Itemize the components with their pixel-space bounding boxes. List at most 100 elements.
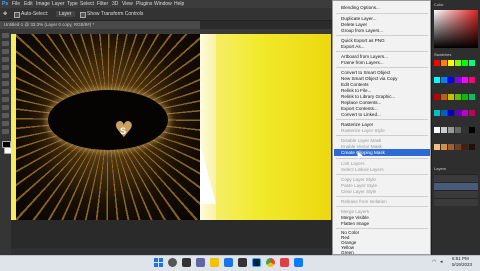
volume-icon[interactable]: ◂ [440, 259, 443, 265]
menu-plugins[interactable]: Plugins [136, 1, 152, 7]
task-view-icon[interactable] [182, 258, 191, 267]
menu-item-blending-options[interactable]: Blending Options... [341, 5, 380, 10]
media-icon[interactable] [280, 258, 289, 267]
menu-item-convert-smart-object[interactable]: Convert to Smart Object [341, 70, 390, 75]
auto-select-dropdown[interactable]: Layer [56, 11, 75, 17]
menu-item-disable-layer-mask: Disable Layer Mask [341, 138, 382, 143]
hand-tool-icon[interactable] [2, 121, 9, 126]
menu-item-merge-layers: Merge Layers [341, 209, 370, 214]
menu-3d[interactable]: 3D [112, 1, 118, 7]
show-transform-label: Show Transform Controls [87, 11, 144, 17]
white-wedge [200, 144, 216, 204]
windows-start-icon[interactable] [154, 258, 163, 267]
taskbar-clock[interactable]: 6:51 PM 5/19/2023 [452, 256, 472, 268]
layer-row[interactable] [434, 182, 478, 190]
shape-tool-icon[interactable] [2, 113, 9, 118]
layer-context-menu: Blending Options... Duplicate Layer... D… [332, 0, 431, 255]
menu-item-group-from-layers[interactable]: Group from Layers... [341, 28, 383, 33]
menu-view[interactable]: View [122, 1, 133, 7]
gradient-tool-icon[interactable] [2, 89, 9, 94]
menu-separator [336, 158, 428, 159]
menu-item-duplicate-layer[interactable]: Duplicate Layer... [341, 16, 377, 21]
layer-row[interactable] [434, 190, 478, 198]
move-tool-icon[interactable] [2, 33, 9, 38]
browser-icon[interactable] [224, 258, 233, 267]
heart-letter: S [120, 126, 127, 136]
brush-tool-icon[interactable] [2, 73, 9, 78]
menu-separator [336, 67, 428, 68]
canvas-yellow-layer[interactable] [200, 34, 331, 220]
store-icon[interactable] [238, 258, 247, 267]
menu-window[interactable]: Window [154, 1, 172, 7]
menu-item-export-as[interactable]: Export As... [341, 44, 365, 49]
dark-ellipse-graphic [48, 90, 168, 150]
menu-item-convert-linked[interactable]: Convert to Linked... [341, 112, 381, 117]
menu-separator [336, 196, 428, 197]
zoom-tool-icon[interactable] [2, 129, 9, 134]
menu-item-frame-from-layers[interactable]: Frame from Layers... [341, 60, 384, 65]
layer-row[interactable] [434, 174, 478, 182]
menu-item-relink-library[interactable]: Relink to Library Graphic... [341, 94, 395, 99]
menu-item-link-layers: Link Layers [341, 161, 365, 166]
tab-color[interactable]: Color [434, 2, 444, 7]
menu-item-flatten-image[interactable]: Flatten Image [341, 221, 369, 226]
tab-swatches[interactable]: Swatches [434, 52, 451, 57]
photoshop-icon[interactable] [252, 258, 261, 267]
menu-select[interactable]: Select [80, 1, 94, 7]
document-tab-title: Untitled-1 @ 33.3% (Layer 0 copy, RGB/8#… [4, 22, 95, 27]
photoshop-logo-icon: Ps [2, 1, 9, 7]
menu-item-rasterize-layer[interactable]: Rasterize Layer [341, 122, 373, 127]
menu-type[interactable]: Type [67, 1, 78, 7]
menu-separator [336, 35, 428, 36]
menu-item-release-isolation: Release from Isolation [341, 199, 387, 204]
menu-file[interactable]: File [12, 1, 20, 7]
eraser-tool-icon[interactable] [2, 81, 9, 86]
menu-item-replace-contents[interactable]: Replace Contents... [341, 100, 381, 105]
menu-item-edit-contents[interactable]: Edit Contents [341, 82, 369, 87]
marquee-tool-icon[interactable] [2, 41, 9, 46]
menu-filter[interactable]: Filter [97, 1, 108, 7]
chat-icon[interactable] [196, 258, 205, 267]
menu-help[interactable]: Help [174, 1, 184, 7]
show-transform-checkbox[interactable] [80, 12, 86, 18]
right-panels: Color Swatches Layers [431, 0, 480, 255]
menu-layer[interactable]: Layer [52, 1, 65, 7]
eyedropper-tool-icon[interactable] [2, 65, 9, 70]
search-icon[interactable] [168, 258, 177, 267]
menu-edit[interactable]: Edit [24, 1, 33, 7]
chrome-icon[interactable] [266, 258, 275, 267]
color-picker[interactable] [434, 10, 478, 48]
menu-item-delete-layer[interactable]: Delete Layer [341, 22, 367, 27]
wifi-icon[interactable]: ◠ [432, 259, 436, 265]
menu-item-merge-visible[interactable]: Merge Visible [341, 215, 369, 220]
move-tool-icon[interactable]: ✥ [3, 11, 7, 17]
swatch-grid[interactable] [434, 60, 478, 160]
menu-separator [336, 174, 428, 175]
canvas-image-rays[interactable]: ♥ S [16, 34, 200, 220]
menu-separator [336, 135, 428, 136]
menu-item-quick-export[interactable]: Quick Export as PNG [341, 38, 385, 43]
lasso-tool-icon[interactable] [2, 49, 9, 54]
menu-item-paste-layer-style: Paste Layer Style [341, 183, 378, 188]
menu-item-clear-layer-style: Clear Layer Style [341, 189, 377, 194]
app-icon[interactable] [294, 258, 303, 267]
layer-row[interactable] [434, 198, 478, 206]
menu-item-artboard-from-layers[interactable]: Artboard from Layers... [341, 54, 388, 59]
menu-item-new-smart-object-copy[interactable]: New Smart Object via Copy [341, 76, 397, 81]
menu-separator [336, 119, 428, 120]
menu-item-select-linked: Select Linked Layers [341, 167, 384, 172]
document-tab[interactable]: Untitled-1 @ 33.3% (Layer 0 copy, RGB/8#… [0, 21, 200, 29]
menu-separator [336, 51, 428, 52]
crop-tool-icon[interactable] [2, 57, 9, 62]
menu-item-export-contents[interactable]: Export Contents... [341, 106, 378, 111]
menu-item-relink-file[interactable]: Relink to File... [341, 88, 371, 93]
auto-select-checkbox[interactable] [14, 12, 20, 18]
pen-tool-icon[interactable] [2, 105, 9, 110]
tab-layers[interactable]: Layers [434, 166, 446, 171]
file-explorer-icon[interactable] [210, 258, 219, 267]
text-tool-icon[interactable] [2, 97, 9, 102]
auto-select-label: Auto-Select: [21, 11, 49, 17]
menu-item-create-clipping-mask[interactable]: Create Clipping Mask [341, 150, 385, 155]
menu-image[interactable]: Image [36, 1, 50, 7]
menu-separator [336, 228, 428, 229]
